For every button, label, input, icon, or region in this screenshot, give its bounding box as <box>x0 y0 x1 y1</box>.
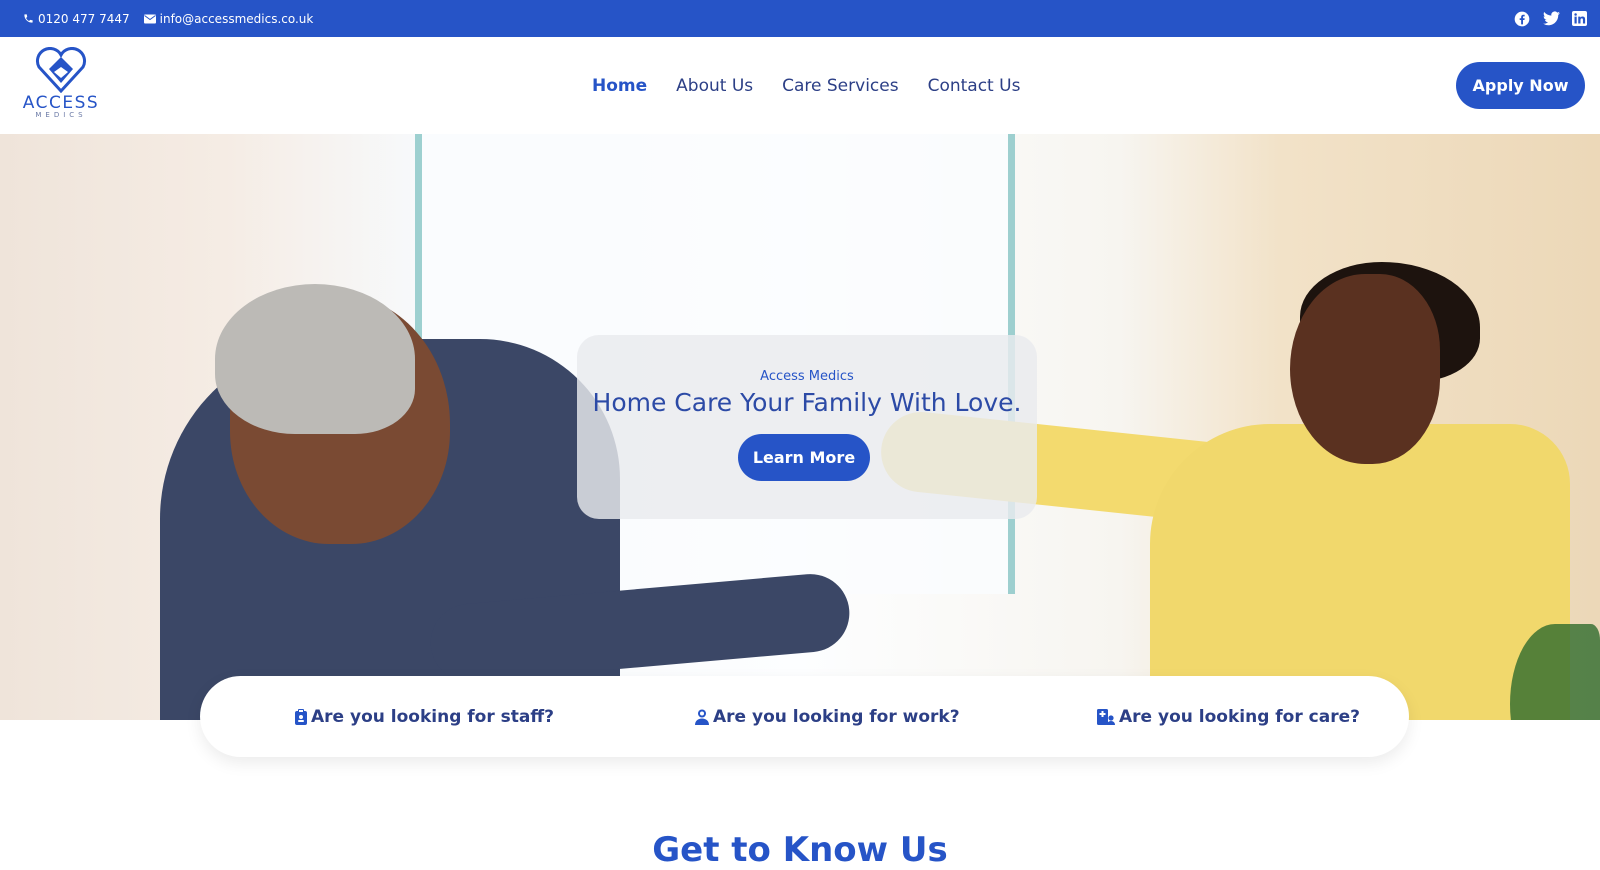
phone-link[interactable]: 0120 477 7447 <box>23 12 130 26</box>
section-title: Get to Know Us <box>652 830 948 870</box>
email-address: info@accessmedics.co.uk <box>159 11 314 26</box>
quick-link-staff-label: Are you looking for staff? <box>311 706 555 727</box>
quick-link-staff[interactable]: Are you looking for staff? <box>295 676 554 757</box>
hero-headline: Home Care Your Family With Love. <box>592 388 1022 417</box>
nav-menu: Home About Us Care Services Contact Us <box>592 37 1020 134</box>
linkedin-icon[interactable] <box>1572 10 1588 27</box>
phone-icon <box>23 13 34 24</box>
email-link[interactable]: info@accessmedics.co.uk <box>143 11 314 26</box>
apply-now-button[interactable]: Apply Now <box>1456 62 1585 109</box>
nav-item-home[interactable]: Home <box>592 76 647 96</box>
main-navigation: ACCESS MEDICS Home About Us Care Service… <box>0 37 1600 134</box>
logo[interactable]: ACCESS MEDICS <box>22 47 100 127</box>
nav-item-contact-us[interactable]: Contact Us <box>928 76 1021 96</box>
facebook-icon[interactable] <box>1514 11 1530 27</box>
nav-item-care-services[interactable]: Care Services <box>782 76 898 96</box>
envelope-icon <box>143 14 156 24</box>
learn-more-button[interactable]: Learn More <box>738 434 870 481</box>
quick-link-care-label: Are you looking for care? <box>1119 706 1360 727</box>
social-links <box>1514 0 1588 37</box>
twitter-icon[interactable] <box>1543 11 1560 27</box>
hero-card: Access Medics Home Care Your Family With… <box>577 335 1037 519</box>
quick-link-care[interactable]: Are you looking for care? <box>1097 676 1360 757</box>
contact-info: 0120 477 7447 info@accessmedics.co.uk <box>23 0 313 37</box>
hero-kicker: Access Medics <box>760 369 854 384</box>
heart-logo-icon <box>22 47 100 93</box>
quick-link-work-label: Are you looking for work? <box>713 706 960 727</box>
nav-item-about-us[interactable]: About Us <box>676 76 753 96</box>
hospital-user-icon <box>1097 708 1115 725</box>
hero-photo-woman-head <box>1290 274 1440 464</box>
clipboard-icon <box>295 708 307 725</box>
user-icon <box>695 709 709 725</box>
top-contact-bar: 0120 477 7447 info@accessmedics.co.uk <box>0 0 1600 37</box>
quick-links-bar: Are you looking for staff? Are you looki… <box>200 676 1409 757</box>
hero-photo-man-hair <box>215 284 415 434</box>
logo-wordmark: ACCESS <box>22 93 100 113</box>
phone-number: 0120 477 7447 <box>38 11 130 26</box>
quick-link-work[interactable]: Are you looking for work? <box>695 676 960 757</box>
